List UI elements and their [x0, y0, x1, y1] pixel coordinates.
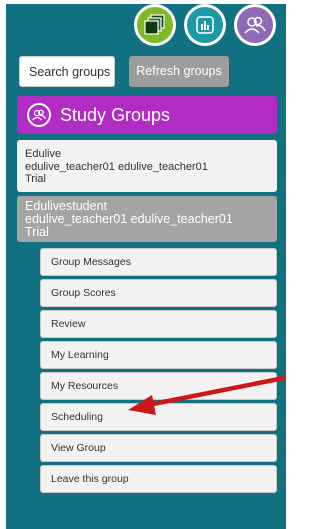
- menu-item-leave-group[interactable]: Leave this group: [40, 465, 277, 493]
- menu-item-group-messages[interactable]: Group Messages: [40, 248, 277, 276]
- study-groups-header: Study Groups: [17, 96, 277, 134]
- menu-item-review[interactable]: Review: [40, 310, 277, 338]
- study-groups-title: Study Groups: [60, 104, 171, 125]
- menu-item-group-scores[interactable]: Group Scores: [40, 279, 277, 307]
- menu-item-my-learning[interactable]: My Learning: [40, 341, 277, 369]
- menu-item-my-resources[interactable]: My Resources: [40, 372, 277, 400]
- group-item-edulive[interactable]: Edulive edulive_teacher01 edulive_teache…: [17, 140, 277, 192]
- groups-icon[interactable]: [134, 4, 176, 46]
- chart-icon[interactable]: [184, 4, 226, 46]
- group-status: Trial: [25, 225, 49, 239]
- group-owner: edulive_teacher01 edulive_teacher01: [25, 160, 208, 173]
- menu-item-scheduling[interactable]: Scheduling: [40, 403, 277, 431]
- group-item-edulivestudent[interactable]: Edulivestudent edulive_teacher01 edulive…: [17, 196, 277, 242]
- group-status: Trial: [25, 173, 46, 185]
- search-input[interactable]: Search groups: [19, 56, 115, 87]
- refresh-groups-button[interactable]: Refresh groups: [129, 56, 229, 87]
- menu-item-view-group[interactable]: View Group: [40, 434, 277, 462]
- group-owner: edulive_teacher01 edulive_teacher01: [25, 212, 233, 226]
- group-name: Edulive: [25, 148, 62, 160]
- people-icon[interactable]: [234, 4, 276, 46]
- people-icon: [27, 103, 51, 127]
